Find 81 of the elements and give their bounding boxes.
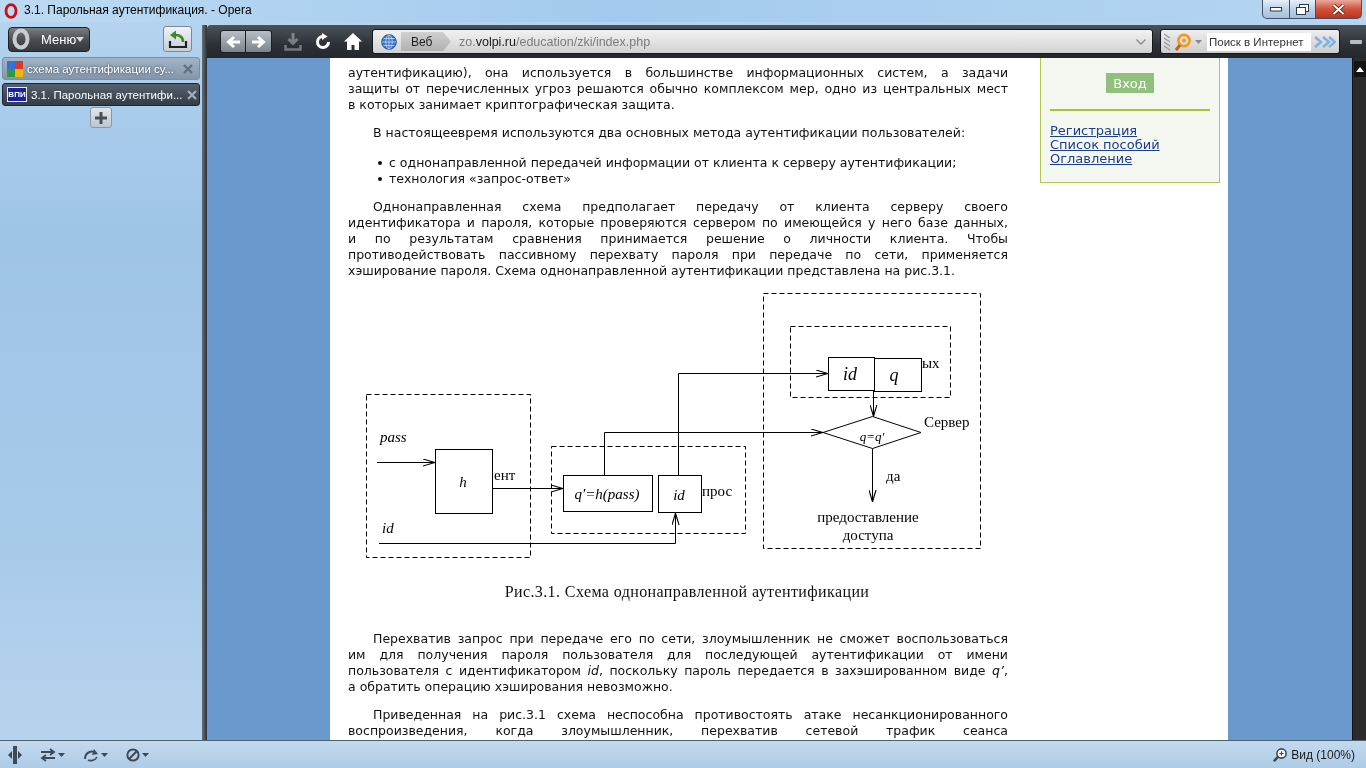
diagram-label: предоставление доступа	[816, 508, 920, 544]
caret-icon	[142, 752, 149, 757]
sync-button[interactable]	[83, 747, 108, 762]
minimize-button[interactable]	[1262, 0, 1290, 19]
ring-logo-icon	[11, 28, 31, 50]
nav-link[interactable]: Оглавление	[1050, 152, 1133, 166]
diagram-label: h	[459, 473, 467, 491]
arrow-right-icon	[250, 34, 267, 49]
tiles-icon	[7, 60, 23, 77]
diagram-label: ент	[494, 466, 516, 484]
figure-caption: Рис.3.1. Схема однонаправленной аутентификации	[503, 583, 871, 601]
diagram-label: да	[886, 467, 901, 485]
search-icon[interactable]	[1175, 32, 1193, 51]
curved-arrows-icon	[83, 747, 99, 762]
diagram-label: ых	[922, 354, 940, 372]
window-title: 3.1. Парольная аутентификация. - Opera	[24, 2, 252, 19]
caret-icon	[101, 752, 108, 757]
diagram-label: id	[382, 519, 394, 537]
reload-icon	[314, 32, 332, 51]
nav-link[interactable]: Регистрация	[1050, 124, 1138, 138]
list-item: технология «запрос-ответ»	[389, 171, 572, 187]
diagram-label: q′=h(pass)	[574, 485, 640, 503]
new-tab-button[interactable]	[90, 107, 112, 128]
circle-slash-icon	[126, 747, 140, 762]
close-icon[interactable]	[186, 89, 197, 100]
minimize-icon	[1270, 6, 1282, 12]
diagram-label: q	[889, 365, 899, 385]
web-scope-label[interactable]: Веб	[401, 32, 451, 51]
diagram-label: pass	[380, 428, 407, 446]
download-icon	[284, 32, 302, 51]
tray-arrow-icon	[167, 30, 188, 48]
address-field[interactable]: Веб zo.volpi.ru/education/zki/index.php	[372, 29, 1153, 54]
menu-button[interactable]: Меню	[8, 26, 90, 52]
tab[interactable]: ВПИ 3.1. Парольная аутентифи...	[2, 83, 200, 106]
transfers-button[interactable]	[40, 747, 65, 762]
paragraph: В настоящеевремя используются два основных метода аутентификации пользователей:	[372, 125, 967, 141]
diagram-label: прос	[702, 482, 733, 500]
arrow-up-icon	[1355, 66, 1364, 72]
url-text: zo.volpi.ru/education/zki/index.php	[459, 34, 651, 49]
grip-icon	[1164, 31, 1170, 52]
paragraph: Приведенная на рис.3.1 схема неспособна противостоять атаке несанкционированного воспроизведения, когда злоумышленник, перехватив сетевой трафик сеанса	[348, 707, 1008, 739]
diagram-label: id	[843, 364, 857, 384]
paragraph: Перехватив запрос при передаче его по сети, злоумышленник не сможет воспользоваться им для получения пароля пользователя для последующей аутентификации от имени пользователя с идентификатором id, поскольку пароль передается в захэшированном виде q’, а обратить операцию хэширования невозможно.	[348, 631, 1008, 695]
server-button[interactable]	[126, 747, 149, 762]
restore-icon	[1296, 3, 1309, 15]
transfer-arrows-icon	[40, 747, 56, 762]
home-icon	[344, 33, 362, 50]
diagram-label: q=q′	[859, 429, 885, 443]
panel-button[interactable]	[163, 26, 192, 52]
double-arrow-icon	[1313, 34, 1336, 49]
diagram-label: id	[673, 486, 685, 504]
arrow-left-icon	[225, 34, 241, 49]
forward-button[interactable]	[246, 30, 272, 53]
minus-icon[interactable]	[1350, 39, 1362, 44]
caret-icon[interactable]	[1195, 39, 1202, 44]
paragraph: Однонаправленная схема предполагает передачу от клиента серверу своего идентификатора и пароля, которые проверяются сервером по имеющейся у него базе данных, и по результатам сравнения принимается решение о личности клиента. Чтобы противодействовать пассивному перехвату пароля при передаче по сети, применяется хэширование пароля. Схема однонаправленной аутентификации представлена на рис.3.1.	[348, 199, 1008, 279]
bullet-icon	[378, 161, 382, 165]
list-item: с однонаправленной передачей информации от клиента к серверу аутентификации;	[389, 155, 957, 171]
restore-button[interactable]	[1290, 0, 1316, 19]
close-button[interactable]	[1316, 0, 1362, 19]
plus-icon	[95, 111, 107, 124]
paragraph: аутентификацию), она используется в большинстве информационных систем, а задачи защиты от перечисленных угроз решаются обычно комплексом мер, одно из центральных мест в которых занимает криптографическая защита.	[348, 65, 1008, 113]
search-field[interactable]: Поиск в Интернет	[1207, 32, 1311, 51]
panel-toggle-icon	[8, 745, 22, 764]
zoom-menu-button[interactable]: Вид (100%)	[1273, 747, 1355, 762]
home-button[interactable]	[343, 30, 363, 53]
nav-link[interactable]: Список пособий	[1050, 138, 1160, 152]
caret-icon	[76, 36, 85, 42]
scrollbar[interactable]	[1352, 58, 1366, 740]
zoom-in-icon	[1273, 747, 1288, 762]
scroll-up-button[interactable]	[1353, 61, 1366, 77]
bullet-icon	[378, 177, 382, 181]
back-button[interactable]	[220, 30, 246, 53]
caret-icon	[58, 752, 65, 757]
site-logo: ВПИ	[7, 87, 27, 102]
caret-icon[interactable]	[1136, 38, 1146, 45]
panel-toggle-button[interactable]	[8, 745, 22, 764]
diagram-label: Сервер	[924, 413, 970, 431]
ring-logo-icon	[4, 3, 18, 19]
globe-icon	[381, 33, 397, 50]
close-icon	[1332, 3, 1345, 15]
